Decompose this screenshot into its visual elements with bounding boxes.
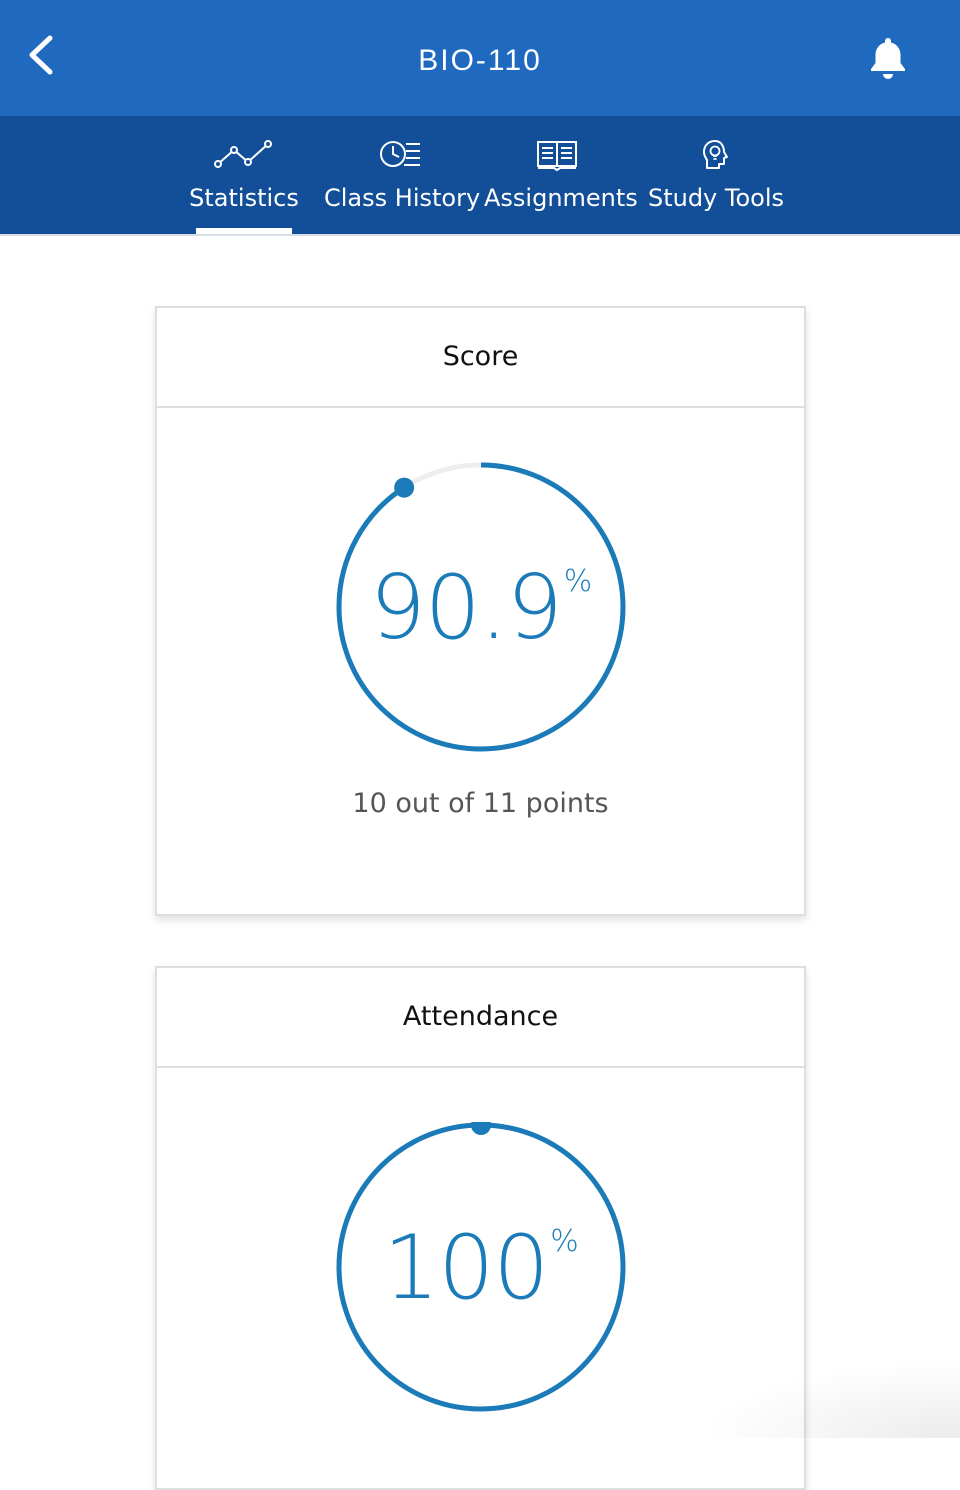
attendance-value: 100 — [383, 1216, 549, 1319]
tab-class-history[interactable]: Class History — [324, 116, 481, 234]
score-card: Score 90.9% 10 out of 11 points — [155, 306, 806, 916]
tab-assignments[interactable]: Assignments — [484, 116, 638, 234]
attendance-card-title: Attendance — [157, 968, 804, 1068]
score-card-title: Score — [157, 308, 804, 408]
notifications-button[interactable] — [866, 34, 910, 82]
active-tab-indicator — [196, 228, 292, 234]
bell-icon — [871, 38, 905, 79]
attendance-percentage: 100% — [336, 1216, 626, 1319]
attendance-ring-endpoint — [471, 1122, 491, 1135]
score-points-text: 10 out of 11 points — [352, 788, 609, 819]
score-percent-sign: % — [563, 564, 593, 599]
attendance-percent-sign: % — [550, 1224, 579, 1259]
lightbulb-head-icon — [703, 140, 728, 169]
tab-label-statistics: Statistics — [189, 184, 299, 212]
book-icon — [537, 141, 577, 172]
tab-label-study-tools: Study Tools — [647, 184, 785, 212]
course-title: BIO-110 — [418, 44, 542, 77]
app-header: BIO-110 — [0, 0, 960, 116]
score-ring-endpoint — [394, 477, 415, 498]
score-percentage: 90.9% — [336, 556, 626, 659]
tab-study-tools[interactable]: Study Tools — [646, 116, 786, 234]
clock-list-icon — [380, 141, 420, 167]
tab-label-assignments: Assignments — [484, 184, 638, 212]
line-chart-icon — [214, 140, 272, 168]
scroll-shadow — [700, 1360, 960, 1438]
course-tab-bar: Statistics Class History Assignments Stu… — [0, 116, 960, 236]
tab-label-class-history: Class History — [324, 184, 481, 212]
score-value: 90.9 — [369, 556, 563, 659]
tab-statistics[interactable]: Statistics — [186, 116, 302, 234]
